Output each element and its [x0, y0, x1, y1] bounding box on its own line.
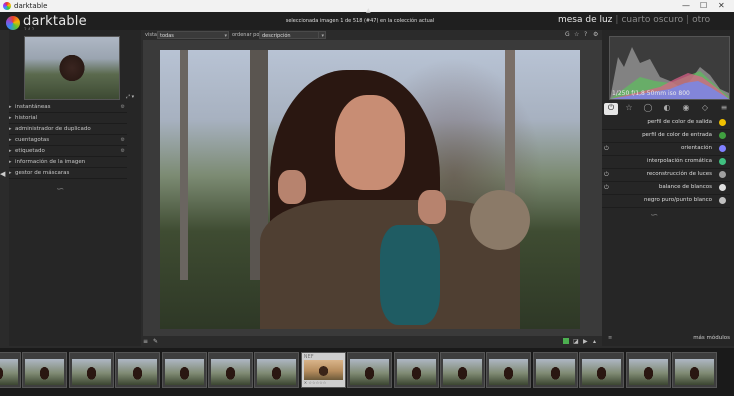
filmstrip-thumbnail[interactable] [208, 352, 253, 388]
collapse-top-arrow-icon[interactable]: ▲ [366, 7, 371, 14]
panel-end-swirl-icon: ∽ [56, 184, 65, 195]
module-icon [719, 132, 726, 139]
view-select[interactable]: todas ▾ [157, 31, 229, 39]
more-modules-dropdown[interactable]: más módulos [650, 335, 730, 341]
edit-icon[interactable]: ✎ [153, 338, 158, 345]
module-icon [719, 171, 726, 178]
module-raw-black-white-point[interactable]: negro puro/punto blanco [602, 194, 730, 208]
power-icon: ⏻ [604, 145, 609, 152]
center-bottom-bar: ≡ ✎ ◪ ▶ ▴ [143, 336, 602, 348]
panel-end-swirl-icon: ∽ [650, 210, 659, 221]
tab-color[interactable]: ◉ [679, 103, 693, 115]
filmstrip-thumbnail[interactable] [672, 352, 717, 388]
tab-basic[interactable]: ◯ [641, 103, 655, 115]
tab-correction[interactable]: ◇ [698, 103, 712, 115]
filmstrip-thumbnail[interactable] [161, 352, 207, 388]
module-mask-manager[interactable]: ▸ gestor de máscaras [9, 168, 127, 179]
filmstrip-thumbnail[interactable] [486, 352, 532, 388]
tab-favorites[interactable]: ☆ [622, 103, 636, 115]
minimize-button[interactable]: — [682, 0, 690, 12]
help-icon[interactable]: ? [584, 31, 587, 38]
display-icon[interactable]: ◪ [573, 338, 579, 345]
module-highlight-reconstruction[interactable]: ⏻ reconstrucción de luces [602, 168, 730, 182]
collapse-left-arrow-icon[interactable]: ◀ [0, 170, 5, 178]
layout-icon[interactable]: ≡ [143, 338, 148, 345]
app-icon [3, 2, 11, 10]
filmstrip-thumbnail[interactable] [532, 352, 578, 388]
module-group-tabs: ⏻ ☆ ◯ ◐ ◉ ◇ ≡ [602, 101, 730, 115]
center-toolbar: vista todas▾ ordenar por descripción▾ ▾ … [143, 30, 602, 40]
module-duplicate-manager[interactable]: ▸ administrador de duplicado [9, 124, 127, 135]
module-white-balance[interactable]: ⏻ balance de blancos [602, 181, 730, 195]
grouping-icon[interactable]: G [565, 31, 570, 38]
view-darkroom[interactable]: cuarto oscuro [621, 15, 683, 25]
close-button[interactable]: ✕ [718, 0, 725, 12]
view-other[interactable]: otro [692, 15, 710, 25]
zoom-fit-icon[interactable]: ⤢ ▾ [126, 94, 134, 100]
module-icon [719, 197, 726, 204]
module-tagging[interactable]: ▸ etiquetado ⚙ [9, 146, 127, 157]
filmstrip-thumbnail[interactable]: NEF ✕ ☆☆☆☆☆ [300, 352, 346, 388]
filmstrip-thumbnail[interactable] [440, 352, 485, 388]
tab-effects[interactable]: ≡ [717, 103, 731, 115]
filmstrip-thumbnail[interactable] [0, 352, 21, 388]
filmstrip-thumbnail[interactable] [347, 352, 393, 388]
darktable-logo-icon [6, 16, 20, 30]
filmstrip-thumbnail[interactable] [393, 352, 439, 388]
view-label: vista [145, 32, 157, 38]
more-modules-icon[interactable]: ≡ [608, 335, 612, 341]
filmstrip-thumbnail[interactable] [22, 352, 68, 388]
sort-select[interactable]: descripción▾ [259, 31, 325, 39]
file-format-badge: NEF [303, 354, 314, 360]
module-icon [719, 158, 726, 165]
module-icon [719, 145, 726, 152]
module-history[interactable]: ▸ historial [9, 113, 127, 124]
main-image[interactable] [160, 50, 580, 329]
sort-order-button[interactable]: ▾ [318, 31, 326, 39]
filmstrip-thumbnail[interactable] [68, 352, 114, 388]
overlays-star-icon[interactable]: ☆ [574, 31, 579, 38]
play-icon[interactable]: ▶ [583, 338, 588, 345]
module-demosaic[interactable]: interpolación cromática [602, 155, 730, 169]
power-icon: ⏻ [604, 171, 609, 178]
preferences-gear-icon[interactable]: ⚙ [593, 31, 598, 38]
sort-label: ordenar por [232, 32, 262, 38]
filmstrip-thumbnail[interactable] [115, 352, 161, 388]
module-icon [719, 119, 726, 126]
filmstrip-thumbnail[interactable] [254, 352, 300, 388]
module-output-color-profile[interactable]: perfil de color de salida [602, 116, 730, 130]
module-image-information[interactable]: ▸ información de la imagen [9, 157, 127, 168]
histogram-exif: 1/250 f/1,8 50mm iso 800 [612, 90, 690, 97]
star-rating[interactable]: ✕ ☆☆☆☆☆ [304, 379, 327, 387]
view-switcher: mesa de luz | cuarto oscuro | otro [558, 15, 711, 25]
tab-active-modules[interactable]: ⏻ [604, 103, 618, 115]
module-icon [719, 184, 726, 191]
module-color-picker[interactable]: ▸ cuentagotas ⚙ [9, 135, 127, 146]
selection-status: seleccionada imagen 1 de 518 (#47) en la… [285, 18, 435, 24]
module-snapshots[interactable]: ▸ instantáneas ⚙ [9, 102, 127, 113]
module-input-color-profile[interactable]: perfil de color de entrada [602, 129, 730, 143]
filmstrip-thumbnail[interactable] [625, 352, 671, 388]
histogram[interactable]: 1/250 f/1,8 50mm iso 800 [609, 36, 730, 100]
tab-tone[interactable]: ◐ [660, 103, 674, 115]
maximize-button[interactable]: ☐ [700, 0, 707, 12]
window-title: darktable [14, 2, 48, 10]
color-label-icon[interactable] [563, 338, 569, 344]
module-orientation[interactable]: ⏻ orientación [602, 142, 730, 156]
power-icon: ⏻ [604, 184, 609, 191]
view-lighttable[interactable]: mesa de luz [558, 15, 612, 25]
filmstrip-thumbnail[interactable] [579, 352, 625, 388]
navigation-preview[interactable] [24, 36, 120, 100]
up-icon[interactable]: ▴ [593, 338, 596, 345]
